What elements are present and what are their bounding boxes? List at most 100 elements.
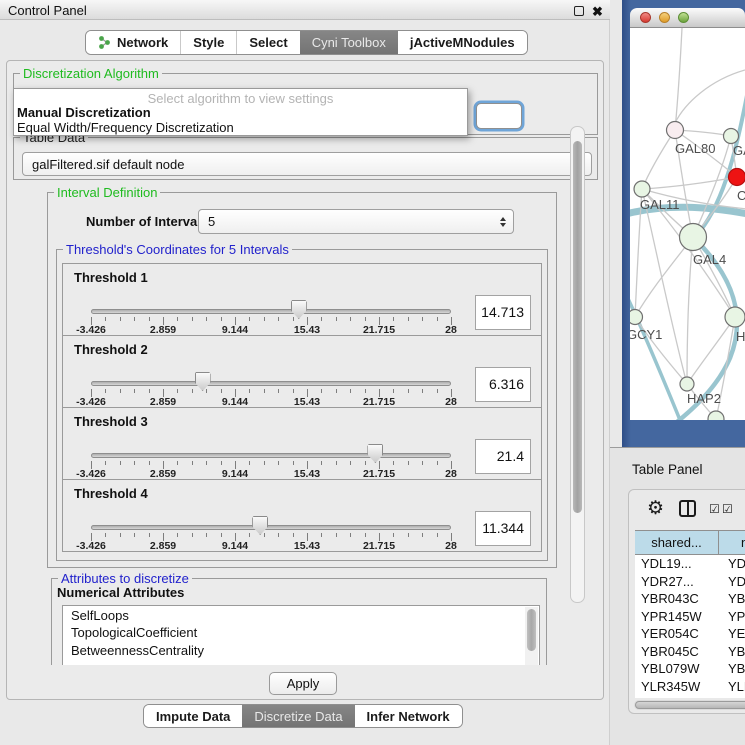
threshold-slider[interactable] <box>91 525 451 530</box>
checkbox-checked-icon[interactable]: ☑ <box>722 502 733 516</box>
tab-label: Select <box>249 35 287 50</box>
column-header-shared-name[interactable]: shared... <box>635 531 719 554</box>
tab-network[interactable]: Network <box>86 31 180 54</box>
threshold-value-field[interactable]: 14.713 <box>475 295 531 330</box>
table-data-combobox[interactable]: galFiltered.sif default node <box>22 152 592 176</box>
tick-mark <box>206 533 207 537</box>
popup-item-equal-width-frequency[interactable]: Equal Width/Frequency Discretization <box>17 120 234 135</box>
tick-mark <box>221 461 222 465</box>
tick-mark <box>321 533 322 537</box>
cell-name[interactable]: YPR1 <box>719 608 745 626</box>
threshold-panels: Threshold 1 -3.4262.8599.14415.4321.7152… <box>62 264 542 552</box>
network-window-titlebar[interactable] <box>630 8 745 28</box>
cell-shared-name[interactable]: YIL052C <box>635 695 719 697</box>
tick-mark <box>134 533 135 537</box>
group-title: Interval Definition <box>54 186 160 200</box>
table-row[interactable]: YIL052CYIL0 <box>635 695 745 697</box>
close-icon[interactable]: ✖ <box>592 4 603 20</box>
application-window: Control Panel ✖ Network Style Select Cyn… <box>0 0 745 745</box>
scrollbar-thumb[interactable] <box>635 701 745 709</box>
number-of-intervals-combobox[interactable]: 5 <box>198 209 514 234</box>
node-label: GAL80 <box>675 141 715 156</box>
node-label: GCY1 <box>630 327 662 342</box>
checkbox-checked-icon[interactable]: ☑ <box>709 502 720 516</box>
threshold-slider[interactable] <box>91 381 451 386</box>
cell-name[interactable]: YBR0 <box>719 643 745 661</box>
network-node[interactable] <box>725 307 745 327</box>
cell-shared-name[interactable]: YLR345W <box>635 678 719 696</box>
network-view-window: GAL80GACGAL11GAL4GCY1HHAP2 <box>622 0 745 447</box>
table-row[interactable]: YPR145WYPR1 <box>635 608 745 626</box>
threshold-slider[interactable] <box>91 309 451 314</box>
threshold-value-field[interactable]: 11.344 <box>475 511 531 546</box>
table-row[interactable]: YBL079WYBL0 <box>635 660 745 678</box>
network-node[interactable] <box>630 310 643 325</box>
scrollbar-thumb[interactable] <box>527 609 536 651</box>
cell-name[interactable]: YBR0 <box>719 590 745 608</box>
network-node[interactable] <box>680 224 707 251</box>
network-edge[interactable] <box>675 28 682 130</box>
tab-infer-network[interactable]: Infer Network <box>355 705 462 727</box>
algorithm-combobox[interactable] <box>476 103 522 129</box>
cell-name[interactable]: YER0 <box>719 625 745 643</box>
network-node[interactable] <box>680 377 694 391</box>
threshold-slider[interactable] <box>91 453 451 458</box>
cell-name[interactable]: YDR2 <box>719 573 745 591</box>
cell-name[interactable]: YIL0 <box>719 695 745 697</box>
table-row[interactable]: YDR27...YDR2 <box>635 573 745 591</box>
network-edge[interactable] <box>642 189 687 384</box>
split-columns-icon[interactable] <box>679 500 696 517</box>
network-edge[interactable] <box>642 130 675 189</box>
tick-mark <box>149 533 150 537</box>
gear-icon[interactable]: ⚙ <box>647 497 664 520</box>
tab-impute-data[interactable]: Impute Data <box>144 705 242 727</box>
cell-shared-name[interactable]: YDR27... <box>635 573 719 591</box>
cell-shared-name[interactable]: YBR045C <box>635 643 719 661</box>
list-item[interactable]: SelfLoops <box>63 606 539 624</box>
scrollbar-thumb[interactable] <box>573 141 582 513</box>
close-traffic-light-icon[interactable] <box>640 12 651 23</box>
tab-cyni-toolbox[interactable]: Cyni Toolbox <box>300 31 398 54</box>
cell-shared-name[interactable]: YBL079W <box>635 660 719 678</box>
network-node[interactable] <box>634 181 650 197</box>
cell-shared-name[interactable]: YPR145W <box>635 608 719 626</box>
cell-name[interactable]: YLR3 <box>719 678 745 696</box>
network-canvas[interactable]: GAL80GACGAL11GAL4GCY1HHAP2 <box>630 28 745 420</box>
table-row[interactable]: YER054CYER0 <box>635 625 745 643</box>
network-edge[interactable] <box>675 70 745 123</box>
list-scrollbar[interactable] <box>525 607 538 665</box>
cell-shared-name[interactable]: YBR043C <box>635 590 719 608</box>
network-edge[interactable] <box>687 317 735 384</box>
tab-style[interactable]: Style <box>180 31 236 54</box>
table-row[interactable]: YDL19...YDL1 <box>635 555 745 573</box>
network-node[interactable] <box>729 169 745 186</box>
column-header-name[interactable]: na <box>719 531 745 554</box>
node-attribute-table: shared... na YDL19...YDL1YDR27...YDR2YBR… <box>635 530 745 698</box>
threshold-value-field[interactable]: 21.4 <box>475 439 531 474</box>
popup-item-manual-discretization[interactable]: Manual Discretization <box>17 105 151 120</box>
apply-button[interactable]: Apply <box>269 672 337 695</box>
tick-mark <box>192 317 193 321</box>
minimize-traffic-light-icon[interactable] <box>659 12 670 23</box>
threshold-value-field[interactable]: 6.316 <box>475 367 531 402</box>
cell-shared-name[interactable]: YER054C <box>635 625 719 643</box>
table-horizontal-scrollbar[interactable] <box>634 700 745 710</box>
table-row[interactable]: YLR345WYLR3 <box>635 678 745 696</box>
network-node[interactable] <box>724 129 739 144</box>
panel-vertical-scrollbar[interactable] <box>570 126 585 603</box>
cell-name[interactable]: YDL1 <box>719 555 745 573</box>
tab-discretize-data[interactable]: Discretize Data <box>242 705 354 727</box>
list-item[interactable]: TopologicalCoefficient <box>63 624 539 642</box>
table-row[interactable]: YBR045CYBR0 <box>635 643 745 661</box>
table-row[interactable]: YBR043CYBR0 <box>635 590 745 608</box>
tick-mark <box>293 533 294 537</box>
float-window-icon[interactable] <box>574 6 584 16</box>
cell-name[interactable]: YBL0 <box>719 660 745 678</box>
zoom-traffic-light-icon[interactable] <box>678 12 689 23</box>
tab-jactivemnodules[interactable]: jActiveMNodules <box>398 31 527 54</box>
list-item[interactable]: BetweennessCentrality <box>63 641 539 659</box>
cell-shared-name[interactable]: YDL19... <box>635 555 719 573</box>
tab-select[interactable]: Select <box>236 31 299 54</box>
network-node[interactable] <box>667 122 684 139</box>
network-edge[interactable] <box>635 237 693 317</box>
